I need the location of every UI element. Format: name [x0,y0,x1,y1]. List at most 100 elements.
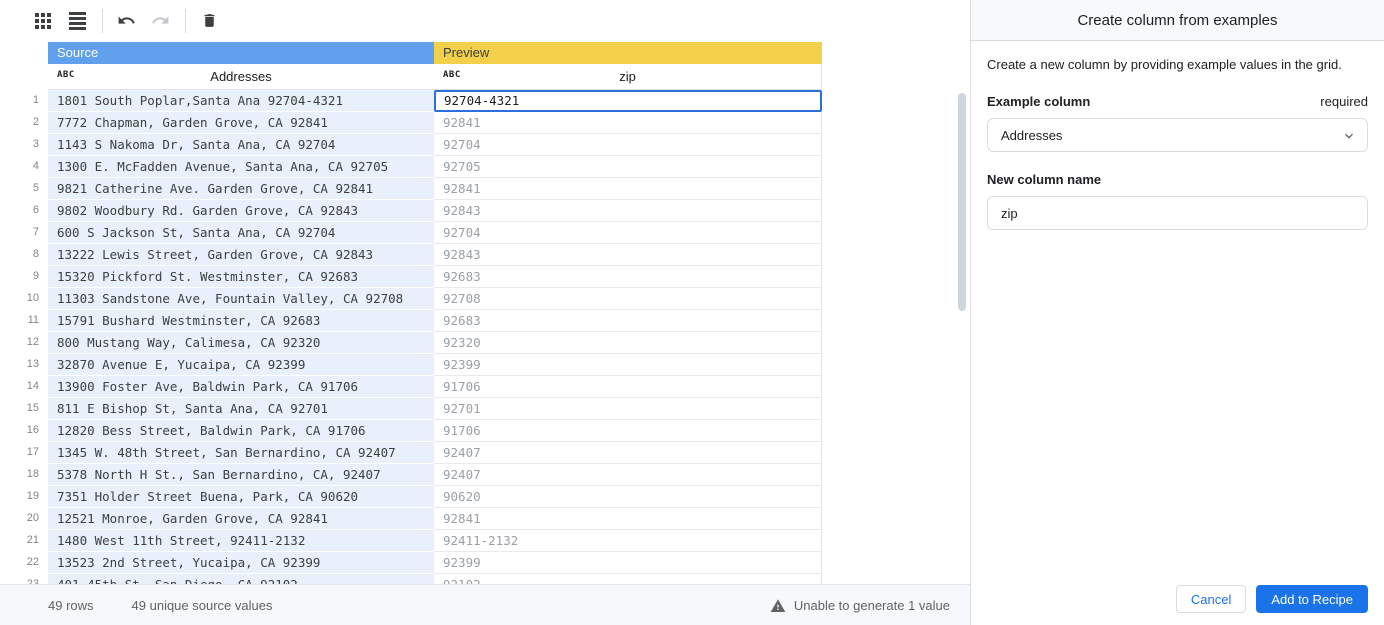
unique-source-values: 49 unique source values [131,597,273,613]
source-cell[interactable]: 12820 Bess Street, Baldwin Park, CA 9170… [48,420,434,442]
preview-cell[interactable]: 92841 [434,508,822,530]
row-number: 21 [26,534,39,546]
preview-cell[interactable]: 92399 [434,552,822,574]
source-cell[interactable]: 600 S Jackson St, Santa Ana, CA 92704 [48,222,434,244]
source-cell[interactable]: 12521 Monroe, Garden Grove, CA 92841 [48,508,434,530]
source-column-header[interactable]: ABC Addresses [48,64,434,90]
delete-icon[interactable] [196,8,222,34]
example-column-value: Addresses [1001,127,1063,143]
source-cell[interactable]: 13900 Foster Ave, Baldwin Park, CA 91706 [48,376,434,398]
vertical-scrollbar[interactable] [958,93,966,311]
row-number: 23 [26,578,39,584]
preview-column-name: zip [619,69,636,84]
source-cell[interactable]: 401 45th St. San Diego, CA 92102 [48,574,434,584]
example-column-label: Example column [987,94,1091,109]
source-cell[interactable]: 11303 Sandstone Ave, Fountain Valley, CA… [48,288,434,310]
source-cell[interactable]: 811 E Bishop St, Santa Ana, CA 92701 [48,398,434,420]
source-cell[interactable]: 9821 Catherine Ave. Garden Grove, CA 928… [48,178,434,200]
source-cell[interactable]: 1143 S Nakoma Dr, Santa Ana, CA 92704 [48,134,434,156]
source-cell[interactable]: 13523 2nd Street, Yucaipa, CA 92399 [48,552,434,574]
preview-cell[interactable]: 92407 [434,464,822,486]
source-cell[interactable]: 5378 North H St., San Bernardino, CA, 92… [48,464,434,486]
preview-cell[interactable]: 92399 [434,354,822,376]
warning-message: Unable to generate 1 value [770,585,950,625]
list-view-icon[interactable] [64,8,90,34]
row-number: 18 [26,468,39,480]
preview-cell[interactable]: 92704 [434,222,822,244]
cancel-button[interactable]: Cancel [1175,585,1247,613]
grid-panel: Source Preview ABC Addresses ABC zip 123… [0,0,970,625]
source-cell[interactable]: 1345 W. 48th Street, San Bernardino, CA … [48,442,434,464]
preview-cell[interactable]: 92843 [434,244,822,266]
grid-footer: 49 rows 49 unique source values Unable t… [0,584,970,625]
source-cell[interactable]: 800 Mustang Way, Calimesa, CA 92320 [48,332,434,354]
row-number: 2 [32,116,39,128]
row-number: 16 [26,424,39,436]
list-view-glyph [68,11,86,30]
preview-cell[interactable]: 92705 [434,156,822,178]
row-number-column: 1 2 3 4 5 6 7 8 9 10 11 12 13 14 15 16 17 18 19 20 21 22 23 [0,90,48,584]
source-cell[interactable]: 9802 Woodbury Rd. Garden Grove, CA 92843 [48,200,434,222]
source-cell[interactable]: 7772 Chapman, Garden Grove, CA 92841 [48,112,434,134]
row-number: 12 [26,336,39,348]
rows-count: 49 rows [48,597,94,613]
preview-cell[interactable]: 92102 [434,574,822,584]
row-number: 1 [32,94,39,106]
grid-toolbar [0,0,970,41]
source-group-header[interactable]: Source [48,42,434,64]
grid-view-glyph [35,12,51,29]
row-number: 4 [32,160,39,172]
preview-column-header[interactable]: ABC zip [434,64,822,90]
preview-cell[interactable]: 92683 [434,266,822,288]
create-column-panel: Create column from examples Create a new… [970,0,1384,625]
row-number: 11 [27,314,39,326]
panel-body: Create a new column by providing example… [971,41,1384,246]
row-number: 10 [26,292,39,304]
row-number: 3 [32,138,39,150]
preview-cell[interactable]: 92683 [434,310,822,332]
source-cell[interactable]: 15320 Pickford St. Westminster, CA 92683 [48,266,434,288]
row-number: 9 [32,270,39,282]
chevron-down-icon [1345,133,1353,139]
preview-cell[interactable]: 90620 [434,486,822,508]
source-cell[interactable]: 1480 West 11th Street, 92411-2132 [48,530,434,552]
row-number: 5 [32,182,39,194]
row-number: 7 [32,226,39,238]
new-column-name-input[interactable] [987,196,1368,230]
preview-cell[interactable]: 92411-2132 [434,530,822,552]
preview-cell[interactable]: 92704 [434,134,822,156]
preview-cell[interactable]: 91706 [434,420,822,442]
source-cell[interactable]: 1801 South Poplar,Santa Ana 92704-4321 [48,90,434,112]
row-number: 19 [26,490,39,502]
string-type-icon: ABC [57,70,75,80]
preview-cell[interactable]: 92841 [434,112,822,134]
source-cell[interactable]: 15791 Bushard Westminster, CA 92683 [48,310,434,332]
preview-cell[interactable]: 92407 [434,442,822,464]
grid-view-icon[interactable] [30,8,56,34]
preview-group-header[interactable]: Preview [434,42,822,64]
preview-cell[interactable]: 92843 [434,200,822,222]
panel-actions: Cancel Add to Recipe [1175,585,1368,613]
source-cells: 1801 South Poplar,Santa Ana 92704-4321 77… [48,90,434,584]
source-cell[interactable]: 32870 Avenue E, Yucaipa, CA 92399 [48,354,434,376]
row-number: 6 [32,204,39,216]
row-number: 14 [26,380,39,392]
example-column-select[interactable]: Addresses [987,118,1368,152]
preview-cell[interactable]: 91706 [434,376,822,398]
row-number: 20 [26,512,39,524]
preview-cell-selected[interactable]: 92704-4321 [434,90,822,112]
warning-text: Unable to generate 1 value [793,598,950,613]
redo-icon[interactable] [147,8,173,34]
source-cell[interactable]: 7351 Holder Street Buena, Park, CA 90620 [48,486,434,508]
preview-cell[interactable]: 92841 [434,178,822,200]
preview-cell[interactable]: 92320 [434,332,822,354]
grid-rows-area: 1 2 3 4 5 6 7 8 9 10 11 12 13 14 15 16 17 18 19 20 21 22 23 18… [0,90,958,584]
add-to-recipe-button[interactable]: Add to Recipe [1256,585,1368,613]
preview-cell[interactable]: 92701 [434,398,822,420]
toolbar-separator [102,8,103,33]
preview-cell[interactable]: 92708 [434,288,822,310]
source-cell[interactable]: 13222 Lewis Street, Garden Grove, CA 928… [48,244,434,266]
undo-icon[interactable] [113,8,139,34]
source-cell[interactable]: 1300 E. McFadden Avenue, Santa Ana, CA 9… [48,156,434,178]
create-column-from-examples-screen: Source Preview ABC Addresses ABC zip 123… [0,0,1384,625]
